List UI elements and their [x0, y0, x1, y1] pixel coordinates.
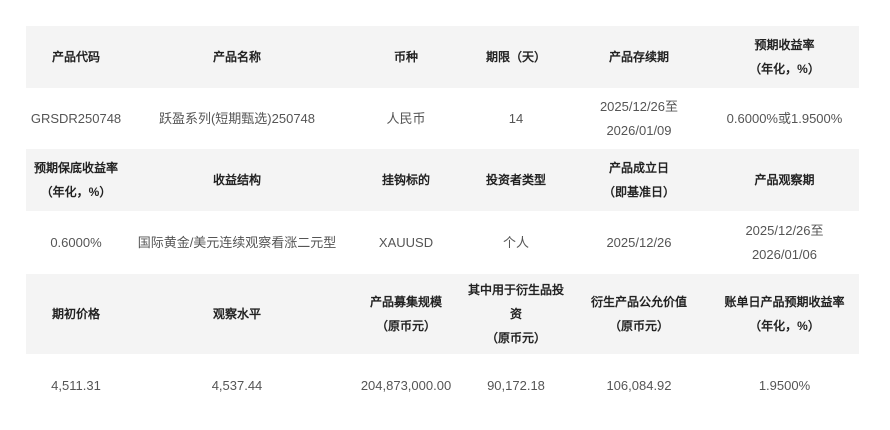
header-investor-type: 投资者类型 — [464, 149, 568, 211]
header-initial-price: 期初价格 — [26, 274, 126, 354]
value-investor-type: 个人 — [464, 211, 568, 274]
value-guaranteed-yield: 0.6000% — [26, 211, 126, 274]
product-info-table: 产品代码 产品名称 币种 期限（天） 产品存续期 预期收益率 （年化，%） GR… — [26, 26, 859, 418]
value-row-basic: GRSDR250748 跃盈系列(短期甄选)250748 人民币 14 2025… — [26, 88, 859, 149]
header-raised-amount: 产品募集规模 （原币元） — [348, 274, 464, 354]
header-underlying: 挂钩标的 — [348, 149, 464, 211]
header-duration: 产品存续期 — [568, 26, 710, 88]
product-info-table-container: 产品代码 产品名称 币种 期限（天） 产品存续期 预期收益率 （年化，%） GR… — [26, 26, 859, 418]
header-product-name: 产品名称 — [126, 26, 348, 88]
header-derivative-fair-value: 衍生产品公允价值 （原币元） — [568, 274, 710, 354]
header-term-days: 期限（天） — [464, 26, 568, 88]
header-guaranteed-yield: 预期保底收益率 （年化，%） — [26, 149, 126, 211]
value-yield-structure: 国际黄金/美元连续观察看涨二元型 — [126, 211, 348, 274]
header-observation-level: 观察水平 — [126, 274, 348, 354]
header-derivative-investment: 其中用于衍生品投资 （原币元） — [464, 274, 568, 354]
header-observation-period: 产品观察期 — [710, 149, 859, 211]
value-raised-amount: 204,873,000.00 — [348, 354, 464, 418]
value-currency: 人民币 — [348, 88, 464, 149]
header-statement-date-yield: 账单日产品预期收益率 （年化，%） — [710, 274, 859, 354]
value-product-name: 跃盈系列(短期甄选)250748 — [126, 88, 348, 149]
header-yield-structure: 收益结构 — [126, 149, 348, 211]
value-underlying: XAUUSD — [348, 211, 464, 274]
value-row-structure: 0.6000% 国际黄金/美元连续观察看涨二元型 XAUUSD 个人 2025/… — [26, 211, 859, 274]
value-statement-date-yield: 1.9500% — [710, 354, 859, 418]
value-observation-level: 4,537.44 — [126, 354, 348, 418]
value-derivative-fair-value: 106,084.92 — [568, 354, 710, 418]
value-observation-period: 2025/12/26至 2026/01/06 — [710, 211, 859, 274]
value-initial-price: 4,511.31 — [26, 354, 126, 418]
value-inception-date: 2025/12/26 — [568, 211, 710, 274]
header-product-code: 产品代码 — [26, 26, 126, 88]
header-currency: 币种 — [348, 26, 464, 88]
header-row-basic: 产品代码 产品名称 币种 期限（天） 产品存续期 预期收益率 （年化，%） — [26, 26, 859, 88]
value-duration: 2025/12/26至 2026/01/09 — [568, 88, 710, 149]
value-derivative-investment: 90,172.18 — [464, 354, 568, 418]
value-term-days: 14 — [464, 88, 568, 149]
value-product-code: GRSDR250748 — [26, 88, 126, 149]
value-expected-yield: 0.6000%或1.9500% — [710, 88, 859, 149]
header-row-scale: 期初价格 观察水平 产品募集规模 （原币元） 其中用于衍生品投资 （原币元） 衍… — [26, 274, 859, 354]
value-row-scale: 4,511.31 4,537.44 204,873,000.00 90,172.… — [26, 354, 859, 418]
header-inception-date: 产品成立日 （即基准日） — [568, 149, 710, 211]
header-expected-yield: 预期收益率 （年化，%） — [710, 26, 859, 88]
header-row-structure: 预期保底收益率 （年化，%） 收益结构 挂钩标的 投资者类型 产品成立日 （即基… — [26, 149, 859, 211]
